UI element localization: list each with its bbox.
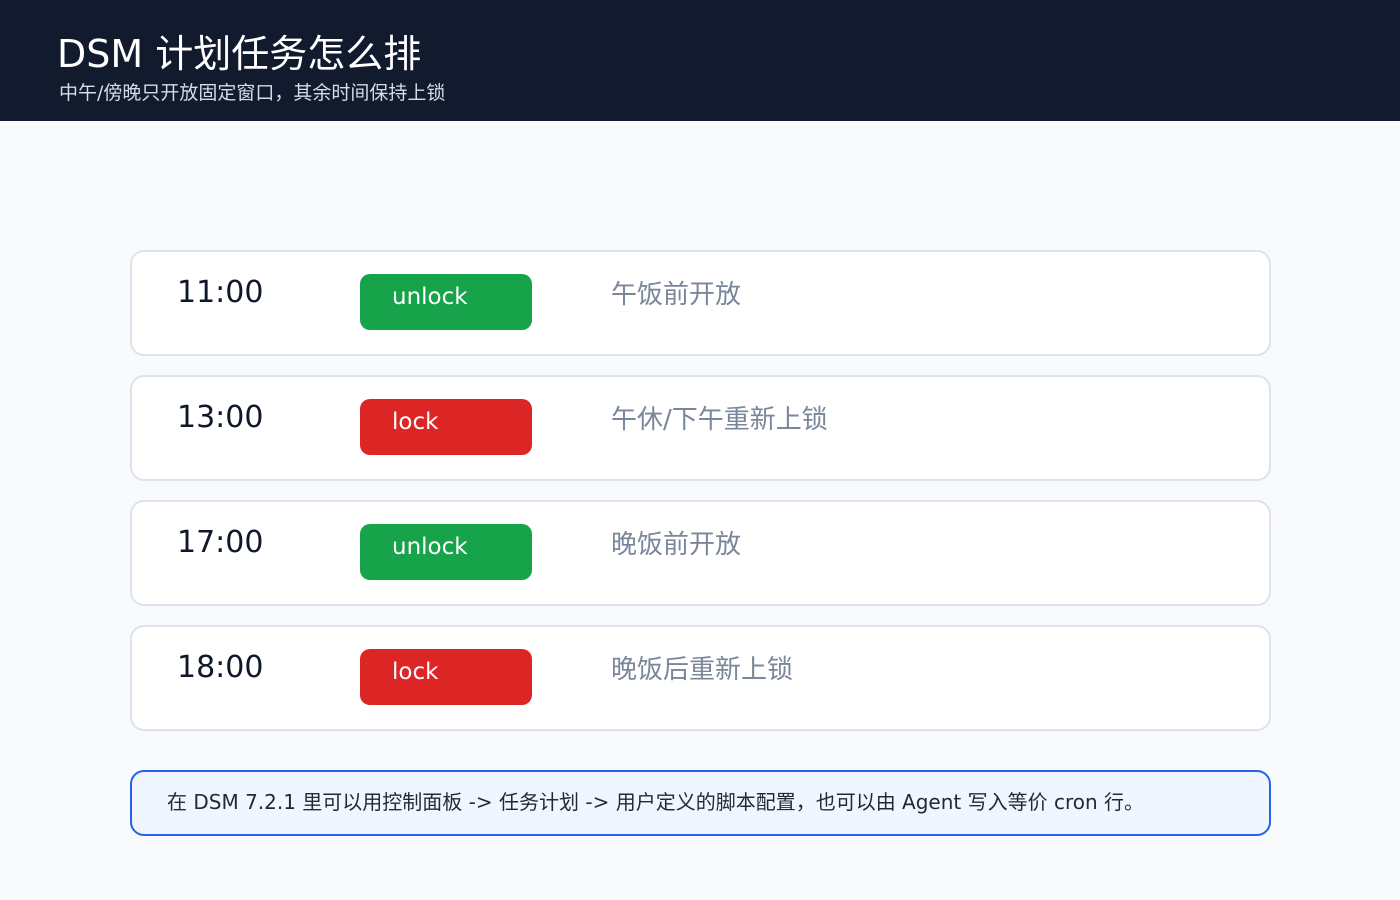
lock-badge: lock [360,649,532,705]
schedule-time: 17:00 [177,525,264,560]
page-title: DSM 计划任务怎么排 [57,32,422,76]
schedule-row: 18:00 lock 晚饭后重新上锁 [130,625,1271,731]
schedule-row: 13:00 lock 午休/下午重新上锁 [130,375,1271,481]
schedule-note: 晚饭后重新上锁 [611,655,794,685]
page-header: DSM 计划任务怎么排 中午/傍晚只开放固定窗口，其余时间保持上锁 [0,0,1400,121]
schedule-time: 11:00 [177,275,264,310]
schedule-note: 晚饭前开放 [611,530,742,560]
info-note: 在 DSM 7.2.1 里可以用控制面板 -> 任务计划 -> 用户定义的脚本配… [130,770,1271,836]
schedule-note: 午饭前开放 [611,280,742,310]
schedule-row: 11:00 unlock 午饭前开放 [130,250,1271,356]
lock-badge: lock [360,399,532,455]
schedule-list: 11:00 unlock 午饭前开放 13:00 lock 午休/下午重新上锁 … [130,250,1271,750]
unlock-badge: unlock [360,274,532,330]
unlock-badge: unlock [360,524,532,580]
page-subtitle: 中午/傍晚只开放固定窗口，其余时间保持上锁 [59,82,446,104]
schedule-time: 18:00 [177,650,264,685]
schedule-row: 17:00 unlock 晚饭前开放 [130,500,1271,606]
schedule-note: 午休/下午重新上锁 [611,405,828,435]
schedule-time: 13:00 [177,400,264,435]
